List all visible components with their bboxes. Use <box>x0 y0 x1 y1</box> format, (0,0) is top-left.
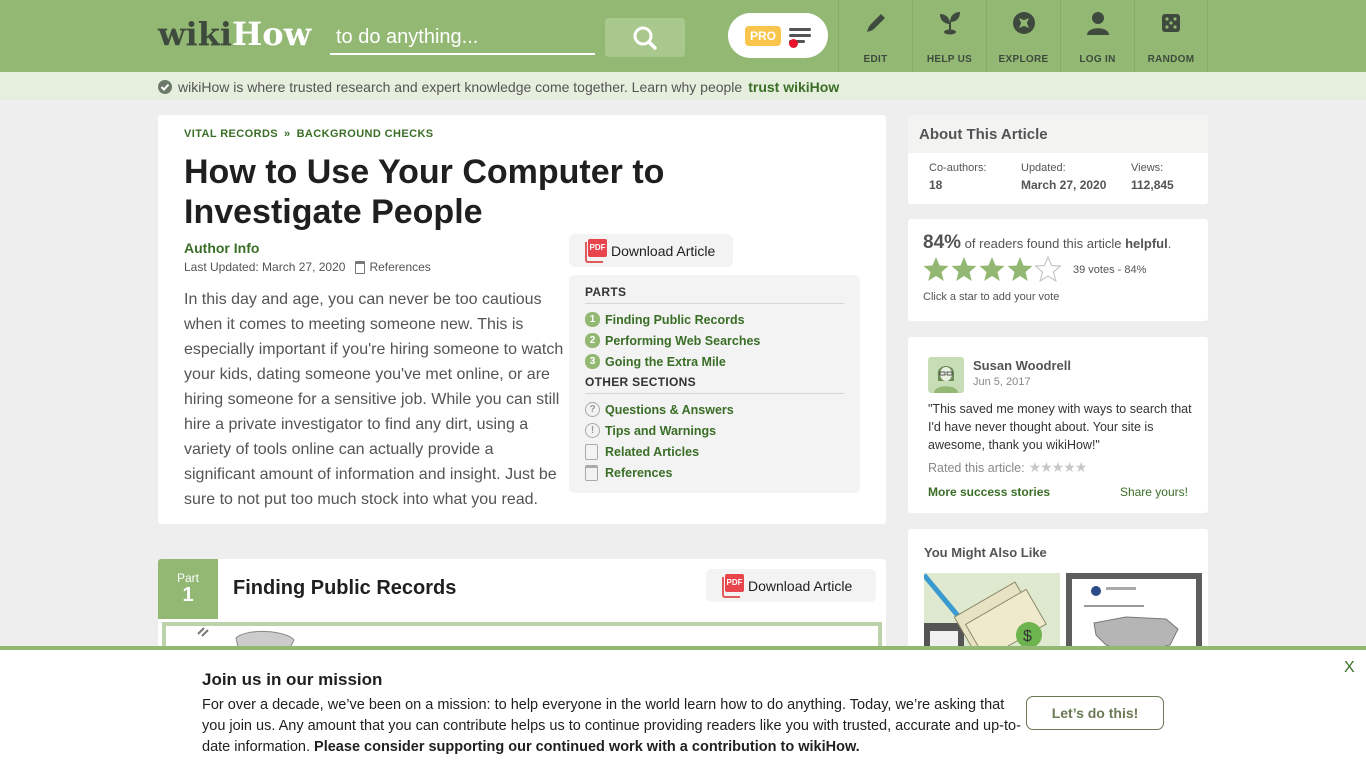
star-rating-input[interactable] <box>923 256 1061 282</box>
close-banner-button[interactable]: X <box>1344 659 1355 677</box>
star-filled-icon[interactable] <box>979 256 1005 282</box>
user-icon <box>1086 12 1109 35</box>
trust-bar: wikiHow is where trusted research and ex… <box>0 72 1366 100</box>
dice-icon <box>1162 14 1180 32</box>
helpful-percent: 84% <box>923 232 962 253</box>
intro-paragraph: In this day and age, you can never be to… <box>184 291 564 508</box>
helpfulness-rating: 84% of readers found this article helpfu… <box>908 219 1208 321</box>
star-empty-icon[interactable] <box>1035 256 1061 282</box>
part-number-badge: Part 1 <box>158 559 218 619</box>
search-button[interactable] <box>605 18 685 57</box>
references-link[interactable]: References <box>369 260 430 274</box>
site-header: wikiHow PRO EDIT HELP US EXPLORE LOG IN <box>0 0 1366 72</box>
toc-references[interactable]: References <box>585 462 844 483</box>
references-icon <box>585 464 598 481</box>
pdf-icon: PDF <box>722 573 744 598</box>
avatar <box>928 357 964 393</box>
donate-button[interactable]: Let’s do this! <box>1026 696 1164 730</box>
search-input[interactable] <box>330 22 595 55</box>
coauthors: Co-authors: 18 <box>929 162 987 192</box>
story-date: Jun 5, 2017 <box>973 376 1031 388</box>
notification-dot <box>789 38 798 48</box>
share-yours-link[interactable]: Share yours! <box>1120 485 1188 499</box>
toc-other-heading: OTHER SECTIONS <box>585 375 844 394</box>
download-article-button[interactable]: PDF Download Article <box>569 234 733 267</box>
wikihow-logo[interactable]: wikiHow <box>158 14 311 54</box>
nav-explore[interactable]: EXPLORE <box>986 0 1060 72</box>
views-count: Views: 112,845 <box>1131 162 1174 192</box>
last-updated: Last Updated: March 27, 2020 References <box>184 260 431 274</box>
toc-part-2[interactable]: 2 Performing Web Searches <box>585 330 844 351</box>
pencil-icon <box>866 14 885 32</box>
breadcrumb-vital-records[interactable]: VITAL RECORDS <box>184 128 278 140</box>
pro-badge: PRO <box>744 25 781 46</box>
star-filled-icon[interactable] <box>1007 256 1033 282</box>
svg-text:$: $ <box>1023 628 1032 645</box>
breadcrumb: VITAL RECORDS» BACKGROUND CHECKS <box>184 128 434 140</box>
download-article-button-part[interactable]: PDF Download Article <box>706 569 876 602</box>
more-success-stories-link[interactable]: More success stories <box>928 485 1050 499</box>
rated-stars-icon: ★★★★★ <box>1028 459 1088 475</box>
breadcrumb-background-checks[interactable]: BACKGROUND CHECKS <box>297 128 434 140</box>
hamburger-menu-icon <box>789 27 811 48</box>
ymal-title: You Might Also Like <box>924 545 1047 560</box>
document-icon <box>585 443 598 460</box>
verified-check-icon <box>158 80 172 94</box>
pdf-icon: PDF <box>585 238 607 263</box>
vote-count: 39 votes - 84% <box>1073 264 1147 276</box>
question-icon: ? <box>585 402 600 417</box>
table-of-contents: PARTS 1 Finding Public Records 2 Performin… <box>569 275 860 493</box>
toc-questions-answers[interactable]: ? Questions & Answers <box>585 399 844 420</box>
star-filled-icon[interactable] <box>923 256 949 282</box>
about-this-article: About This Article Co-authors: 18 Updated… <box>908 115 1208 204</box>
page-title: How to Use Your Computer to Investigate … <box>184 153 665 231</box>
trust-text: wikiHow is where trusted research and ex… <box>178 79 743 95</box>
story-author: Susan Woodrell <box>973 358 1071 373</box>
search-icon <box>633 26 657 50</box>
exclamation-icon: ! <box>585 423 600 438</box>
story-quote: "This saved me money with ways to search… <box>928 402 1192 452</box>
compass-icon <box>1012 12 1035 34</box>
toc-part-3[interactable]: 3 Going the Extra Mile <box>585 351 844 372</box>
banner-body: For over a decade, we’ve been on a missi… <box>202 697 1021 755</box>
donation-banner: Join us in our mission For over a decade… <box>0 646 1366 768</box>
toc-parts-heading: PARTS <box>585 285 844 304</box>
sprout-icon <box>939 12 960 35</box>
nav-log-in[interactable]: LOG IN <box>1060 0 1134 72</box>
article-intro-card: VITAL RECORDS» BACKGROUND CHECKS How to U… <box>158 115 886 524</box>
star-filled-icon[interactable] <box>951 256 977 282</box>
toc-part-1[interactable]: 1 Finding Public Records <box>585 309 844 330</box>
toc-tips-warnings[interactable]: ! Tips and Warnings <box>585 420 844 441</box>
about-title: About This Article <box>908 115 1208 153</box>
part-title: Finding Public Records <box>233 577 457 599</box>
nav-edit[interactable]: EDIT <box>838 0 912 72</box>
author-info-link[interactable]: Author Info <box>184 240 259 256</box>
trust-link[interactable]: trust wikiHow <box>748 79 839 95</box>
toc-related-articles[interactable]: Related Articles <box>585 441 844 462</box>
nav-help-us[interactable]: HELP US <box>912 0 986 72</box>
updated-date: Updated: March 27, 2020 <box>1021 162 1107 192</box>
top-nav: EDIT HELP US EXPLORE LOG IN RANDOM <box>838 0 1208 72</box>
success-story: Susan Woodrell Jun 5, 2017 "This saved m… <box>908 337 1208 513</box>
references-icon <box>355 260 366 274</box>
banner-title: Join us in our mission <box>202 670 383 689</box>
pro-menu-button[interactable]: PRO <box>728 13 828 58</box>
vote-hint: Click a star to add your vote <box>923 291 1060 303</box>
nav-random[interactable]: RANDOM <box>1134 0 1208 72</box>
